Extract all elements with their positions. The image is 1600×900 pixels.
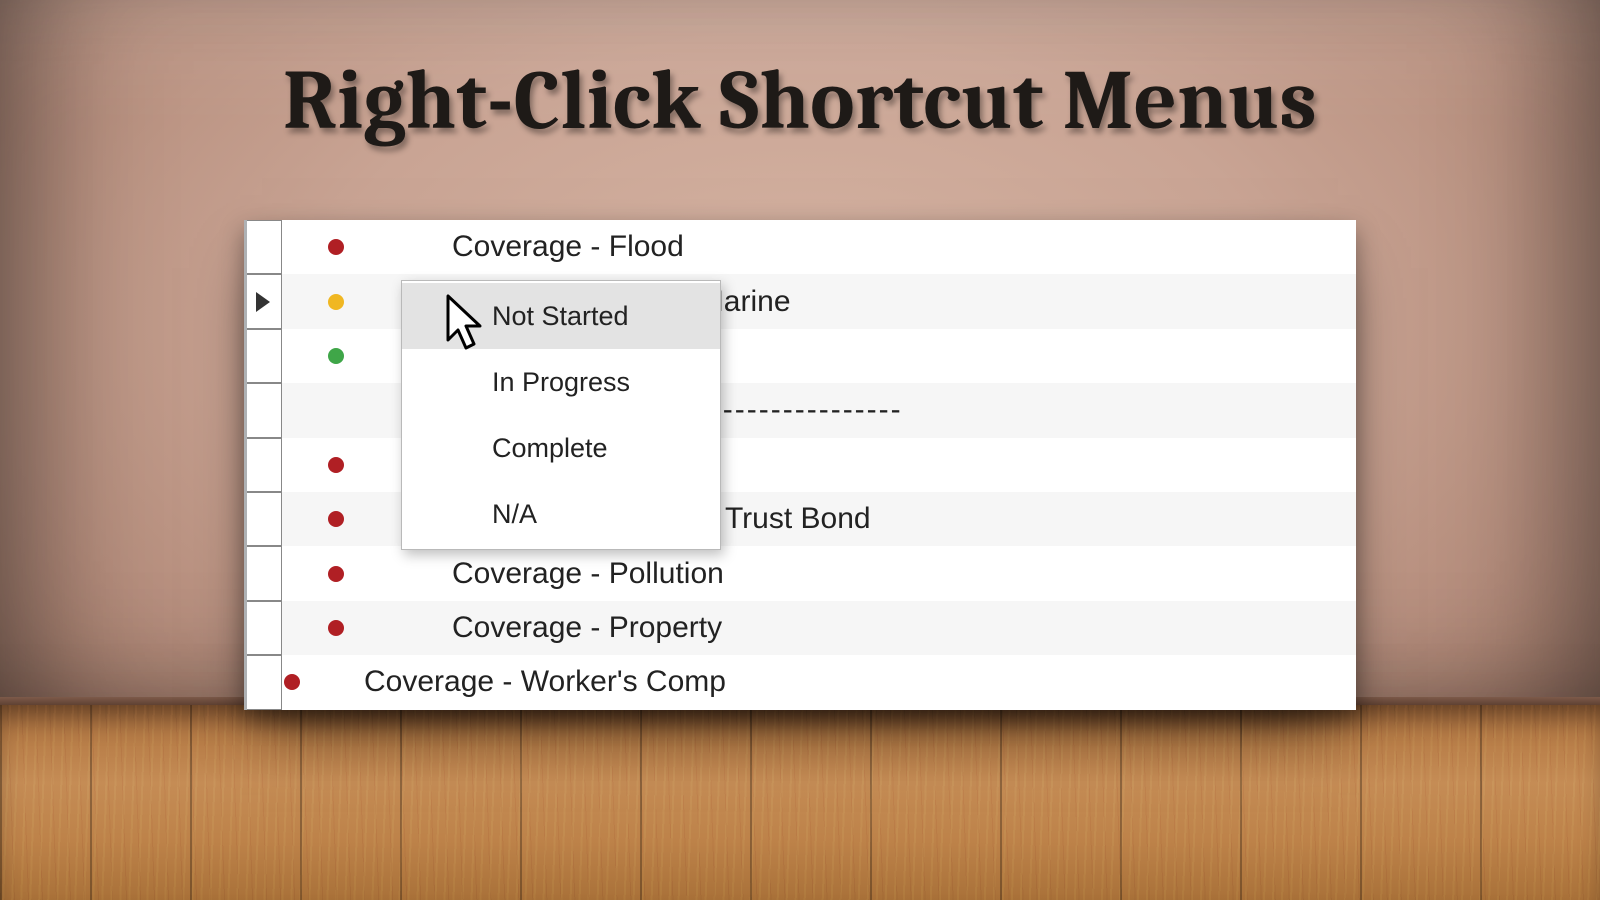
context-menu-item-in-progress[interactable]: In Progress xyxy=(402,349,720,415)
context-menu[interactable]: Not Started In Progress Complete N/A xyxy=(401,280,721,550)
context-menu-item-label: Complete xyxy=(492,433,608,464)
status-dot-red-icon xyxy=(328,511,344,527)
grid-row[interactable]: Coverage - Flood xyxy=(244,220,1356,274)
row-caret-icon xyxy=(256,292,270,312)
row-selector[interactable] xyxy=(244,655,282,709)
status-dot-red-icon xyxy=(328,239,344,255)
row-selector[interactable] xyxy=(244,546,282,600)
row-selector[interactable] xyxy=(244,383,282,437)
context-menu-item-label: In Progress xyxy=(492,367,630,398)
row-label: Coverage - Pollution xyxy=(452,557,724,591)
row-selector[interactable] xyxy=(244,329,282,383)
status-dot-red-icon xyxy=(328,620,344,636)
grid-row[interactable]: Coverage - Property xyxy=(244,601,1356,655)
context-menu-item-na[interactable]: N/A xyxy=(402,481,720,547)
status-dot-empty-icon xyxy=(328,402,344,418)
status-dot-yellow-icon xyxy=(328,294,344,310)
grid-row[interactable]: Coverage - Pollution xyxy=(244,546,1356,600)
row-selector[interactable] xyxy=(244,601,282,655)
row-selector[interactable] xyxy=(244,220,282,274)
row-selector[interactable] xyxy=(244,438,282,492)
grid-panel: Coverage - Flood Coverage - Inland Marin… xyxy=(244,220,1356,710)
row-label: Coverage - Property xyxy=(452,611,722,645)
grid-row[interactable]: Coverage - Worker's Comp xyxy=(244,655,1356,709)
row-label: Coverage - Flood xyxy=(452,230,684,264)
row-selector-current[interactable] xyxy=(244,274,282,328)
context-menu-item-label: Not Started xyxy=(492,301,629,332)
context-menu-item-label: N/A xyxy=(492,499,537,530)
context-menu-item-not-started[interactable]: Not Started xyxy=(402,283,720,349)
slide-title: Right-Click Shortcut Menus xyxy=(0,52,1600,149)
row-selector[interactable] xyxy=(244,492,282,546)
context-menu-item-complete[interactable]: Complete xyxy=(402,415,720,481)
status-dot-red-icon xyxy=(284,674,300,690)
row-label: Coverage - Worker's Comp xyxy=(364,665,726,699)
slide-background-floor xyxy=(0,705,1600,900)
status-dot-green-icon xyxy=(328,348,344,364)
status-dot-red-icon xyxy=(328,457,344,473)
status-dot-red-icon xyxy=(328,566,344,582)
